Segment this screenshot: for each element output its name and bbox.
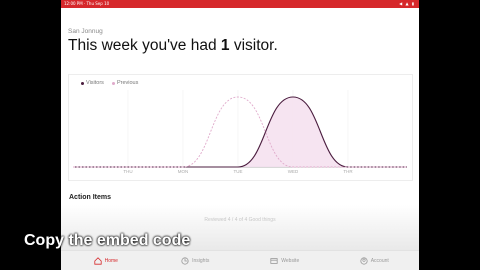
video-caption: Copy the embed code <box>24 232 191 249</box>
tab-account-label: Account <box>370 258 389 264</box>
tab-insights-label: Insights <box>192 258 210 264</box>
greeting-text: San Jonnug <box>68 28 103 35</box>
bottom-tab-bar: Home Insights Website Account <box>61 250 419 270</box>
action-items-title: Action Items <box>69 194 112 201</box>
website-icon <box>270 258 278 264</box>
tab-account[interactable]: Account <box>330 251 420 270</box>
legend-dot-visitors <box>81 81 84 85</box>
insights-icon <box>181 257 189 265</box>
legend-dot-previous <box>111 81 115 85</box>
headline-suffix: visitor. <box>233 37 278 54</box>
status-icons: ◀ ▲ ▮ <box>399 1 415 6</box>
status-bar: 12:00 PM · Thu Sep 10 ◀ ▲ ▮ <box>61 0 419 8</box>
tab-website-label: Website <box>281 258 300 264</box>
legend-label-previous: Previous <box>116 80 139 86</box>
tab-insights[interactable]: Insights <box>151 251 241 270</box>
tab-home[interactable]: Home <box>61 251 151 270</box>
headline-prefix: This week you've had <box>68 37 217 54</box>
page-title: This week you've had 1 visitor. <box>68 37 278 55</box>
legend-label-visitors: Visitors <box>86 80 104 86</box>
account-icon <box>360 257 368 265</box>
chart-legend: Visitors Previous <box>81 80 138 86</box>
action-items-subtitle: Reviewed 4 / 4 of 4 Good things <box>204 217 276 223</box>
visitors-chart-card <box>68 74 413 181</box>
legend-item-visitors[interactable]: Visitors <box>81 80 104 86</box>
home-icon <box>93 257 102 265</box>
legend-item-previous[interactable]: Previous <box>111 80 139 86</box>
status-time: 12:00 PM · Thu Sep 10 <box>64 1 110 6</box>
tab-website[interactable]: Website <box>240 251 330 270</box>
visitor-count: 1 <box>220 37 230 54</box>
tab-home-label: Home <box>104 258 118 264</box>
app-screen: 12:00 PM · Thu Sep 10 ◀ ▲ ▮ San Jonnug T… <box>61 0 419 270</box>
